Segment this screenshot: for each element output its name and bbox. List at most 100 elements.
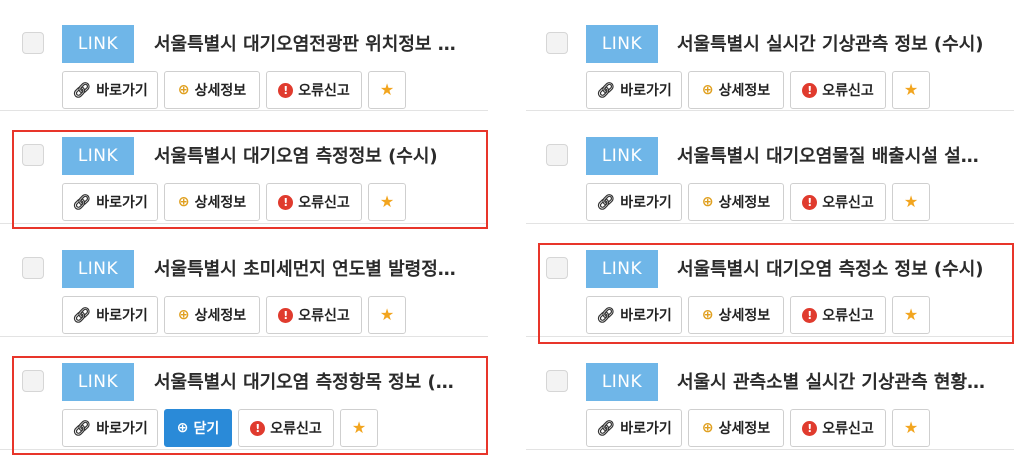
favorite-button[interactable]: ★ bbox=[892, 71, 930, 109]
zoom-icon: ⊕ bbox=[701, 420, 714, 436]
report-error-button[interactable]: ! 오류신고 bbox=[790, 71, 886, 109]
report-error-button[interactable]: ! 오류신고 bbox=[790, 296, 886, 334]
go-button[interactable]: 🔗︎ 바로가기 bbox=[62, 296, 158, 334]
dataset-title[interactable]: 서울특별시 대기오염 측정항목 정보 (… bbox=[154, 368, 474, 394]
select-checkbox[interactable] bbox=[22, 257, 44, 279]
zoom-icon: ⊕ bbox=[701, 194, 714, 210]
error-icon: ! bbox=[802, 420, 818, 436]
star-icon: ★ bbox=[903, 80, 919, 99]
star-icon: ★ bbox=[903, 418, 919, 437]
go-button[interactable]: 🔗︎ 바로가기 bbox=[62, 409, 158, 447]
report-error-button[interactable]: ! 오류신고 bbox=[238, 409, 334, 447]
zoom-icon: ⊕ bbox=[176, 420, 189, 436]
report-button-label: 오류신고 bbox=[822, 83, 874, 99]
detail-button[interactable]: ⊕ 상세정보 bbox=[164, 71, 260, 109]
zoom-icon: ⊕ bbox=[177, 194, 190, 210]
dataset-title[interactable]: 서울시 관측소별 실시간 기상관측 현황… bbox=[677, 368, 997, 394]
error-icon: ! bbox=[278, 307, 294, 323]
go-button[interactable]: 🔗︎ 바로가기 bbox=[586, 296, 682, 334]
link-badge[interactable]: LINK bbox=[62, 25, 134, 63]
link-icon: 🔗︎ bbox=[72, 80, 92, 99]
link-icon: 🔗︎ bbox=[72, 418, 92, 437]
detail-button[interactable]: ⊕ 상세정보 bbox=[688, 71, 784, 109]
go-button[interactable]: 🔗︎ 바로가기 bbox=[62, 183, 158, 221]
list-item: LINK 서울특별시 대기오염 측정정보 (수시) 🔗︎ 바로가기 ⊕ 상세정보 !… bbox=[0, 112, 488, 229]
go-button-label: 바로가기 bbox=[96, 308, 148, 324]
link-badge[interactable]: LINK bbox=[62, 250, 134, 288]
report-button-label: 오류신고 bbox=[298, 83, 350, 99]
report-error-button[interactable]: ! 오류신고 bbox=[790, 183, 886, 221]
list-item: LINK 서울특별시 대기오염전광판 위치정보 … 🔗︎ 바로가기 ⊕ 상세정보 !… bbox=[0, 0, 488, 111]
link-icon: 🔗︎ bbox=[72, 192, 92, 211]
report-error-button[interactable]: ! 오류신고 bbox=[266, 71, 362, 109]
favorite-button[interactable]: ★ bbox=[368, 71, 406, 109]
dataset-title[interactable]: 서울특별시 대기오염물질 배출시설 설… bbox=[677, 142, 997, 168]
report-error-button[interactable]: ! 오류신고 bbox=[790, 409, 886, 447]
dataset-title[interactable]: 서울특별시 초미세먼지 연도별 발령정… bbox=[154, 255, 474, 281]
go-button-label: 바로가기 bbox=[620, 421, 672, 437]
report-error-button[interactable]: ! 오류신고 bbox=[266, 183, 362, 221]
list-item: LINK 서울특별시 실시간 기상관측 정보 (수시) 🔗︎ 바로가기 ⊕ 상세정보… bbox=[526, 0, 1014, 111]
favorite-button[interactable]: ★ bbox=[892, 183, 930, 221]
detail-button[interactable]: ⊕ 상세정보 bbox=[164, 296, 260, 334]
link-badge[interactable]: LINK bbox=[586, 363, 658, 401]
list-item: LINK 서울특별시 초미세먼지 연도별 발령정… 🔗︎ 바로가기 ⊕ 상세정보 !… bbox=[0, 225, 488, 337]
error-icon: ! bbox=[802, 194, 818, 210]
action-buttons: 🔗︎ 바로가기 ⊕ 상세정보 ! 오류신고 ★ bbox=[62, 183, 406, 221]
link-badge[interactable]: LINK bbox=[62, 137, 134, 175]
action-buttons: 🔗︎ 바로가기 ⊕ 상세정보 ! 오류신고 ★ bbox=[586, 296, 930, 334]
select-checkbox[interactable] bbox=[22, 370, 44, 392]
go-button-label: 바로가기 bbox=[96, 421, 148, 437]
select-checkbox[interactable] bbox=[546, 32, 568, 54]
favorite-button[interactable]: ★ bbox=[892, 296, 930, 334]
dataset-title[interactable]: 서울특별시 대기오염 측정정보 (수시) bbox=[154, 142, 474, 168]
go-button-label: 바로가기 bbox=[620, 83, 672, 99]
go-button-label: 바로가기 bbox=[620, 308, 672, 324]
link-badge[interactable]: LINK bbox=[62, 363, 134, 401]
select-checkbox[interactable] bbox=[546, 144, 568, 166]
dataset-title[interactable]: 서울특별시 대기오염전광판 위치정보 … bbox=[154, 30, 474, 56]
go-button[interactable]: 🔗︎ 바로가기 bbox=[62, 71, 158, 109]
link-badge[interactable]: LINK bbox=[586, 250, 658, 288]
go-button[interactable]: 🔗︎ 바로가기 bbox=[586, 409, 682, 447]
close-detail-button[interactable]: ⊕ 닫기 bbox=[164, 409, 232, 447]
detail-button[interactable]: ⊕ 상세정보 bbox=[164, 183, 260, 221]
list-item: LINK 서울특별시 대기오염물질 배출시설 설… 🔗︎ 바로가기 ⊕ 상세정보 !… bbox=[526, 112, 1014, 224]
favorite-button[interactable]: ★ bbox=[892, 409, 930, 447]
detail-button-label: 상세정보 bbox=[718, 195, 771, 211]
error-icon: ! bbox=[802, 307, 818, 323]
detail-button-label: 상세정보 bbox=[718, 421, 771, 437]
link-badge[interactable]: LINK bbox=[586, 137, 658, 175]
star-icon: ★ bbox=[903, 305, 919, 324]
action-buttons: 🔗︎ 바로가기 ⊕ 상세정보 ! 오류신고 ★ bbox=[586, 71, 930, 109]
dataset-title[interactable]: 서울특별시 실시간 기상관측 정보 (수시) bbox=[677, 30, 997, 56]
action-buttons: 🔗︎ 바로가기 ⊕ 상세정보 ! 오류신고 ★ bbox=[62, 71, 406, 109]
select-checkbox[interactable] bbox=[22, 32, 44, 54]
error-icon: ! bbox=[278, 82, 294, 98]
detail-button[interactable]: ⊕ 상세정보 bbox=[688, 296, 784, 334]
error-icon: ! bbox=[250, 420, 266, 436]
detail-button-label: 상세정보 bbox=[718, 83, 771, 99]
dataset-title[interactable]: 서울특별시 대기오염 측정소 정보 (수시) bbox=[677, 255, 997, 281]
link-badge[interactable]: LINK bbox=[586, 25, 658, 63]
go-button-label: 바로가기 bbox=[96, 195, 148, 211]
detail-button[interactable]: ⊕ 상세정보 bbox=[688, 409, 784, 447]
report-button-label: 오류신고 bbox=[298, 308, 350, 324]
report-button-label: 오류신고 bbox=[822, 195, 874, 211]
go-button[interactable]: 🔗︎ 바로가기 bbox=[586, 71, 682, 109]
report-error-button[interactable]: ! 오류신고 bbox=[266, 296, 362, 334]
detail-button[interactable]: ⊕ 상세정보 bbox=[688, 183, 784, 221]
select-checkbox[interactable] bbox=[546, 370, 568, 392]
error-icon: ! bbox=[278, 194, 294, 210]
go-button[interactable]: 🔗︎ 바로가기 bbox=[586, 183, 682, 221]
select-checkbox[interactable] bbox=[22, 144, 44, 166]
favorite-button[interactable]: ★ bbox=[368, 296, 406, 334]
select-checkbox[interactable] bbox=[546, 257, 568, 279]
detail-button-label: 상세정보 bbox=[194, 195, 247, 211]
link-icon: 🔗︎ bbox=[72, 305, 92, 324]
favorite-button[interactable]: ★ bbox=[368, 183, 406, 221]
link-icon: 🔗︎ bbox=[596, 192, 616, 211]
list-item: LINK 서울특별시 대기오염 측정항목 정보 (… 🔗︎ 바로가기 ⊕ 닫기 ! 오… bbox=[0, 338, 488, 455]
favorite-button[interactable]: ★ bbox=[340, 409, 378, 447]
star-icon: ★ bbox=[379, 80, 395, 99]
